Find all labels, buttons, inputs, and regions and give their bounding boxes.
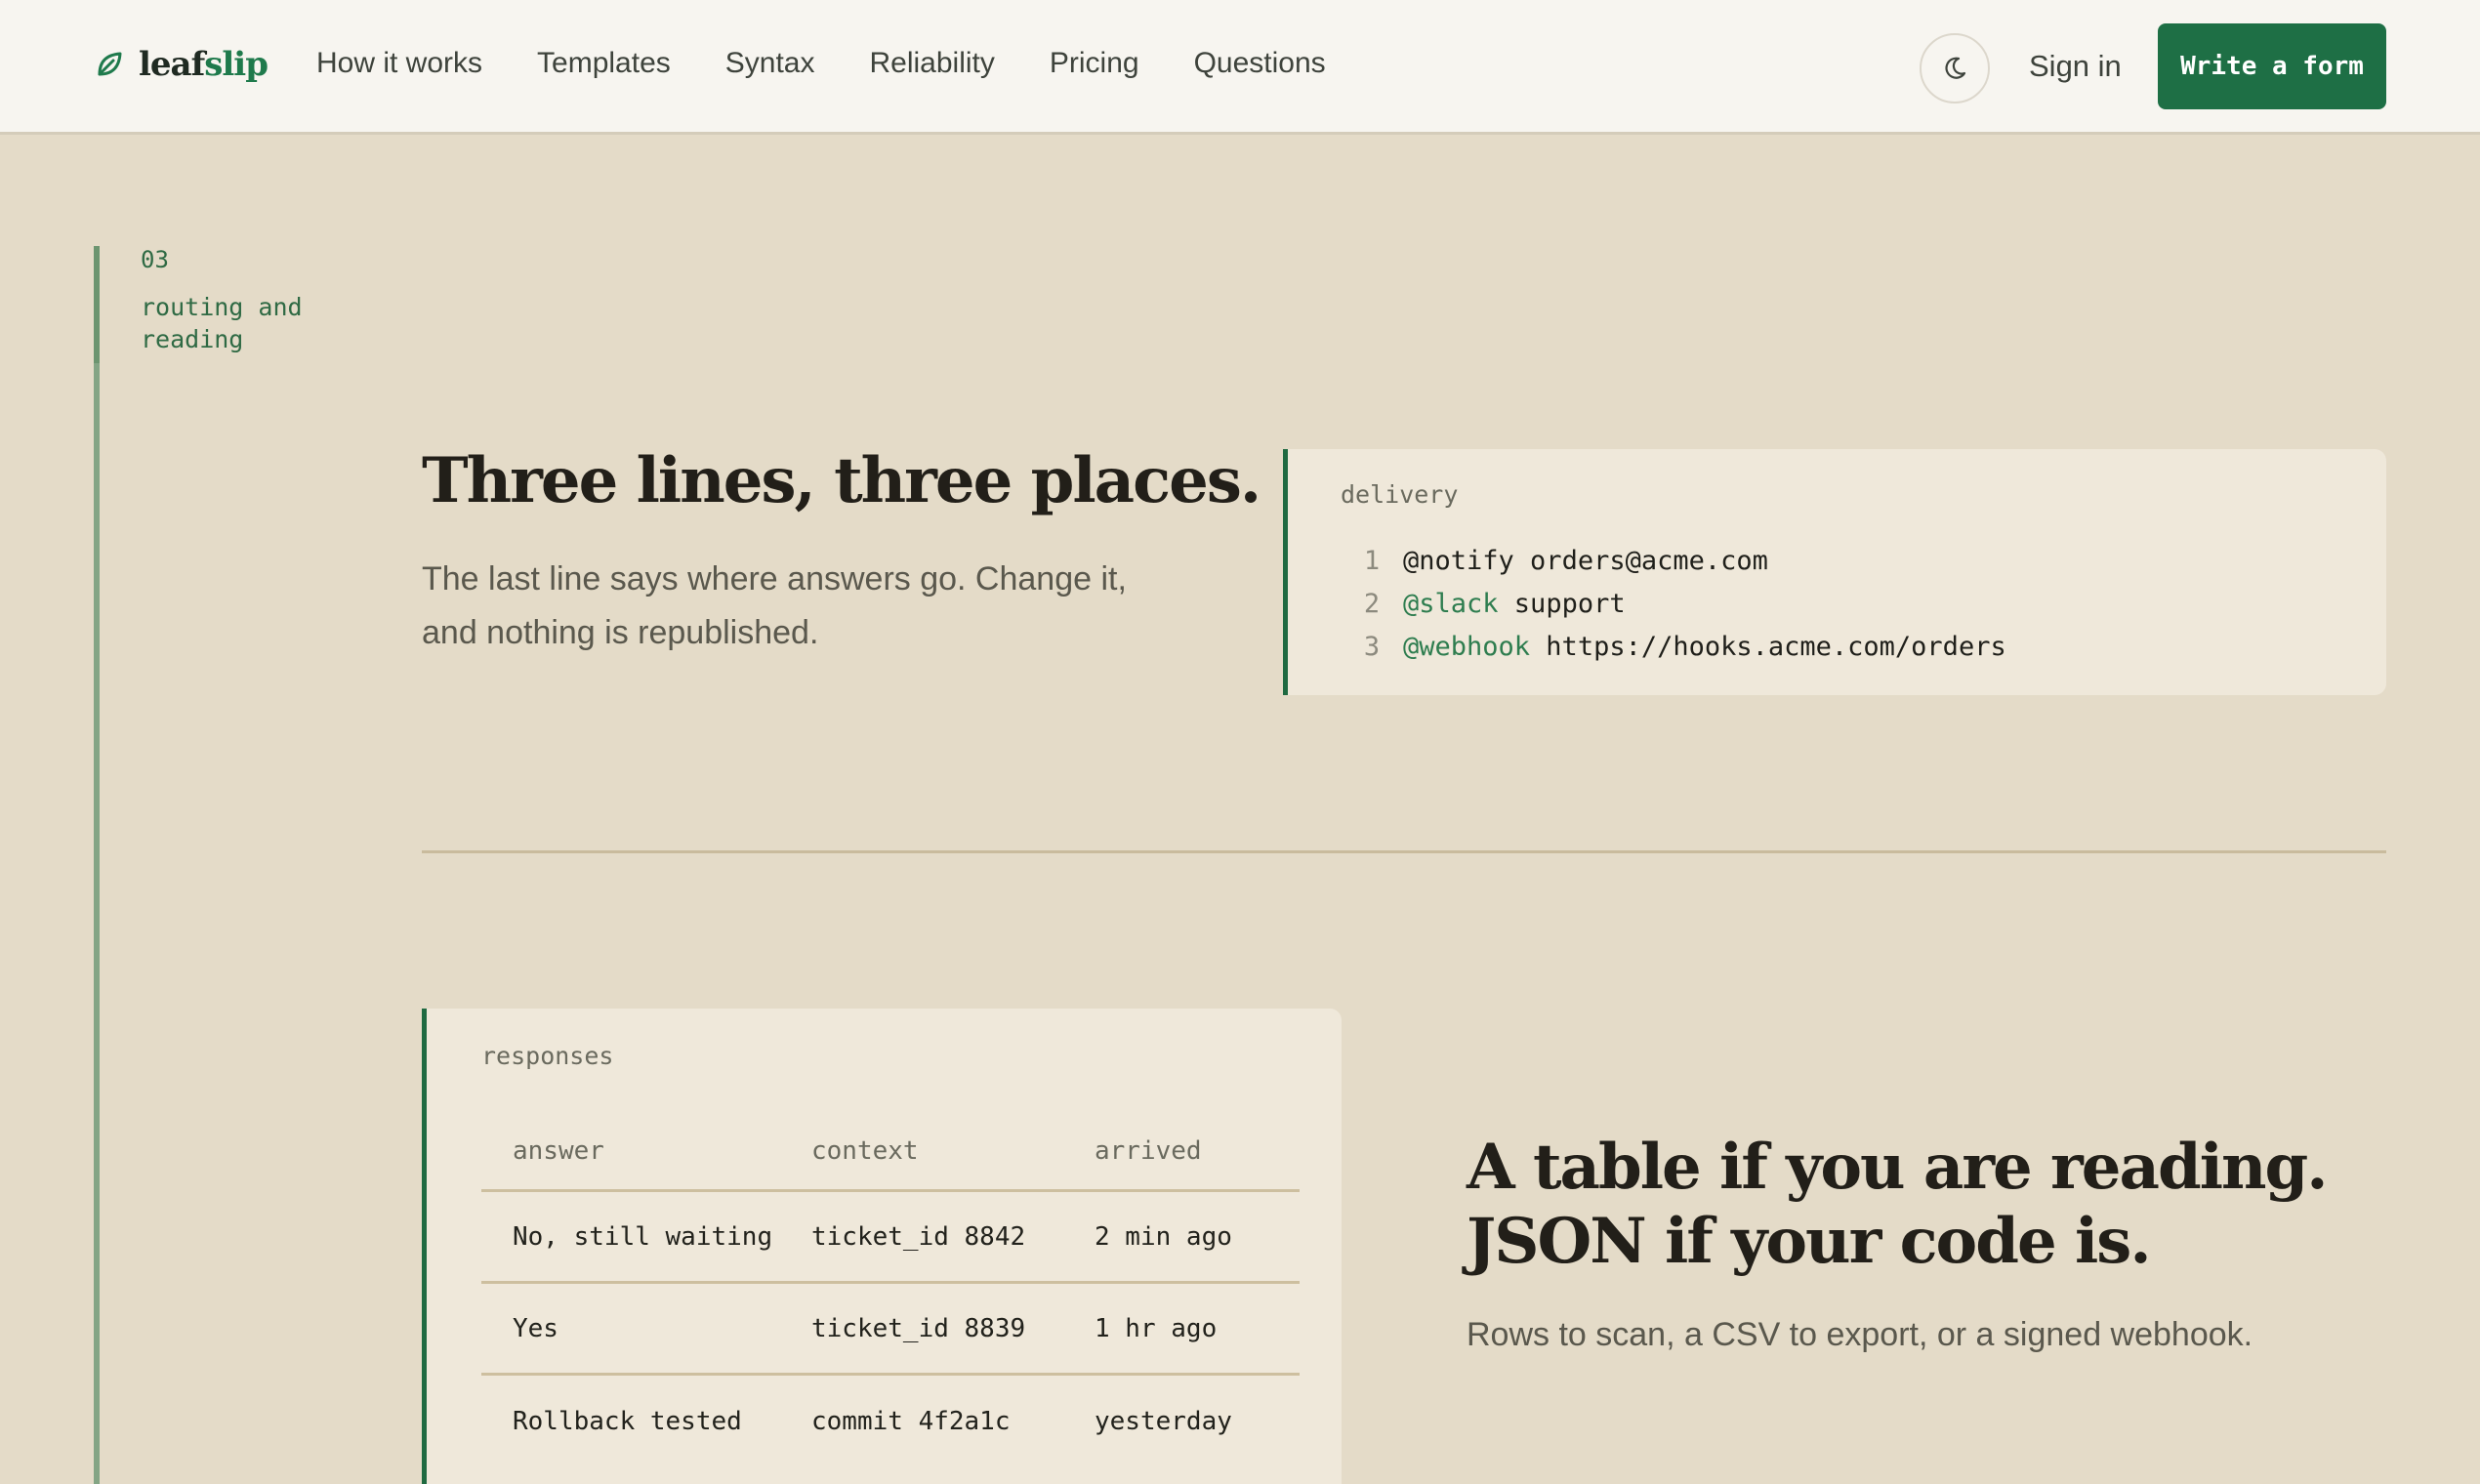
column-header-arrived: arrived xyxy=(1095,1135,1202,1166)
table-card-title: responses xyxy=(481,1042,614,1070)
nav-how-it-works[interactable]: How it works xyxy=(316,47,482,80)
brand-name-part2: slip xyxy=(204,45,269,84)
reading-description: Rows to scan, a CSV to export, or a sign… xyxy=(1467,1316,2253,1353)
nav-syntax[interactable]: Syntax xyxy=(725,47,815,80)
reading-heading-line1: A table if you are reading. xyxy=(1467,1131,2329,1204)
section-rail xyxy=(94,246,100,1484)
code-value: orders@acme.com xyxy=(1513,545,1768,576)
responses-table-card: responses answer context arrived No, sti… xyxy=(422,1009,1342,1484)
section-number: 03 xyxy=(141,246,169,273)
code-directive: @slack xyxy=(1403,588,1499,619)
cell-arrived: yesterday xyxy=(1095,1407,1232,1436)
reading-heading-line2: JSON if your code is. xyxy=(1467,1205,2152,1278)
code-line: 2 @slack support xyxy=(1341,582,2006,625)
moon-icon xyxy=(1945,57,1966,79)
theme-toggle-button[interactable] xyxy=(1920,33,1990,103)
code-value: https://hooks.acme.com/orders xyxy=(1530,631,2006,662)
cell-context: ticket_id 8842 xyxy=(811,1221,1026,1252)
delivery-code-card: delivery 1 @notify orders@acme.com 2 @sl… xyxy=(1283,449,2386,695)
nav-reliability[interactable]: Reliability xyxy=(869,47,994,80)
code-card-title: delivery xyxy=(1341,480,1459,509)
cell-answer: Yes xyxy=(513,1313,558,1343)
code-lines: 1 @notify orders@acme.com 2 @slack suppo… xyxy=(1341,539,2006,668)
code-directive: @webhook xyxy=(1403,631,1531,662)
reading-heading: A table if you are reading. JSON if your… xyxy=(1467,1131,2443,1279)
leaf-icon xyxy=(98,52,122,76)
code-line: 3 @webhook https://hooks.acme.com/orders xyxy=(1341,625,2006,668)
line-number: 2 xyxy=(1363,588,1381,619)
delivery-heading: Three lines, three places. xyxy=(422,444,1261,517)
cell-arrived: 2 min ago xyxy=(1095,1221,1232,1252)
delivery-description: The last line says where answers go. Cha… xyxy=(422,560,1127,651)
table-row: No, still waiting ticket_id 8842 2 min a… xyxy=(481,1192,1300,1284)
line-number: 3 xyxy=(1363,631,1381,662)
table-row: Yes ticket_id 8839 1 hr ago xyxy=(481,1284,1300,1376)
cell-answer: No, still waiting xyxy=(513,1221,773,1252)
code-directive: @notify xyxy=(1403,545,1514,576)
nav-templates[interactable]: Templates xyxy=(537,47,671,80)
responses-table: answer context arrived No, still waiting… xyxy=(481,1112,1300,1467)
sign-in-link[interactable]: Sign in xyxy=(2029,49,2122,84)
section-divider xyxy=(422,850,2386,853)
nav-pricing[interactable]: Pricing xyxy=(1050,47,1139,80)
cell-answer: Rollback tested xyxy=(513,1407,742,1436)
brand-name-part1: leaf xyxy=(139,45,205,84)
section-label: routing and reading xyxy=(141,293,303,353)
nav-questions[interactable]: Questions xyxy=(1194,47,1326,80)
table-row: Rollback tested commit 4f2a1c yesterday xyxy=(481,1376,1300,1467)
section-rail-marker xyxy=(94,246,100,363)
brand-name: leafslip xyxy=(139,45,269,84)
cell-context: commit 4f2a1c xyxy=(811,1407,1011,1436)
brand-logo[interactable]: leafslip xyxy=(94,45,269,84)
code-value: support xyxy=(1498,588,1626,619)
cell-arrived: 1 hr ago xyxy=(1095,1313,1218,1343)
column-header-context: context xyxy=(811,1135,919,1166)
main-nav: How it works Templates Syntax Reliabilit… xyxy=(316,47,1326,80)
code-line: 1 @notify orders@acme.com xyxy=(1341,539,2006,582)
column-header-answer: answer xyxy=(513,1135,604,1166)
top-header: leafslip How it works Templates Syntax R… xyxy=(0,0,2480,135)
line-number: 1 xyxy=(1363,545,1381,576)
cell-context: ticket_id 8839 xyxy=(811,1313,1026,1343)
write-form-button[interactable]: Write a form xyxy=(2158,23,2386,109)
table-header-row: answer context arrived xyxy=(481,1112,1300,1192)
